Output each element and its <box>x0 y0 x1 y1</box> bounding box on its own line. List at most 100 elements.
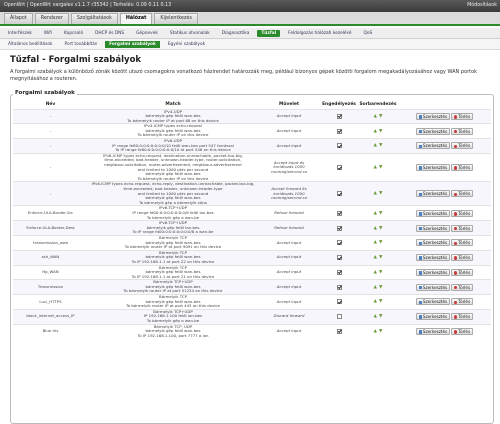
delete-button[interactable]: Törlés <box>451 254 474 262</box>
arrow-up-icon[interactable]: ▲ <box>374 129 377 134</box>
rule-enable-cell <box>320 108 358 124</box>
arrow-down-icon[interactable]: ▼ <box>379 329 382 334</box>
subnav-item-interfeszek[interactable]: Interfészek <box>4 30 36 37</box>
arrow-up-icon[interactable]: ▲ <box>374 285 377 290</box>
delete-button[interactable]: Törlés <box>451 328 474 336</box>
subnav-item-tuzfal[interactable]: Tűzfal <box>257 29 281 37</box>
subnav-item-wifi[interactable]: Wifi <box>40 30 56 37</box>
delete-button[interactable]: Törlés <box>451 298 474 306</box>
edit-icon <box>418 226 422 231</box>
edit-button[interactable]: Szerkesztés <box>415 112 451 120</box>
arrow-up-icon[interactable]: ▲ <box>374 329 377 334</box>
delete-button[interactable]: Törlés <box>451 268 474 276</box>
subnav-item-feldolgozas-halozati-kezelese[interactable]: Feldolgozás hálózati kezelésé <box>284 30 355 37</box>
enable-checkbox[interactable] <box>336 299 342 305</box>
arrow-down-icon[interactable]: ▼ <box>379 129 382 134</box>
edit-button[interactable]: Szerkesztés <box>415 283 451 291</box>
arrow-down-icon[interactable]: ▼ <box>379 255 382 260</box>
subnav-item-diagnosztika[interactable]: Diagnosztika <box>218 30 254 37</box>
firewall-tab-port-tovabbitas[interactable]: Port továbbítás <box>61 41 102 48</box>
arrow-up-icon[interactable]: ▲ <box>374 240 377 245</box>
enable-checkbox[interactable] <box>336 128 342 134</box>
arrow-down-icon[interactable]: ▼ <box>379 314 382 319</box>
arrow-up-icon[interactable]: ▲ <box>374 191 377 196</box>
edit-button[interactable]: Szerkesztés <box>415 142 451 150</box>
arrow-down-icon[interactable]: ▼ <box>379 114 382 119</box>
arrow-down-icon[interactable]: ▼ <box>379 143 382 148</box>
arrow-down-icon[interactable]: ▼ <box>379 165 382 170</box>
main-tab-szolgaltatasok[interactable]: Szolgáltatások <box>70 13 118 24</box>
arrow-down-icon[interactable]: ▼ <box>379 299 382 304</box>
delete-button[interactable]: Törlés <box>451 190 474 198</box>
arrow-up-icon[interactable]: ▲ <box>374 211 377 216</box>
arrow-down-icon[interactable]: ▼ <box>379 226 382 231</box>
rule-buttons-cell: Szerkesztés Törlés <box>398 279 491 295</box>
subnav-item-qos[interactable]: QoS <box>359 30 376 37</box>
arrow-down-icon[interactable]: ▼ <box>379 211 382 216</box>
subnav-item-dhcp-es-dns[interactable]: DHCP és DNS <box>91 30 128 37</box>
delete-button[interactable]: Törlés <box>451 209 474 217</box>
main-tab-halozat[interactable]: Hálózat <box>119 13 153 24</box>
arrow-up-icon[interactable]: ▲ <box>374 226 377 231</box>
main-tab-kijelentkezes[interactable]: Kijelentkezés <box>154 13 198 24</box>
arrow-up-icon[interactable]: ▲ <box>374 270 377 275</box>
edit-button[interactable]: Szerkesztés <box>415 328 451 336</box>
changes-link[interactable]: Módosítások <box>467 0 497 12</box>
edit-button[interactable]: Szerkesztés <box>415 224 451 232</box>
arrow-up-icon[interactable]: ▲ <box>374 114 377 119</box>
delete-button[interactable]: Törlés <box>451 224 474 232</box>
rule-match-line: To IP 192.168.1.1 at port 22 on this dev… <box>131 259 215 264</box>
enable-checkbox[interactable] <box>336 255 342 261</box>
firewall-tab-altalanos-beallitasok[interactable]: Általános beállítások <box>4 41 57 48</box>
enable-checkbox[interactable] <box>336 143 342 149</box>
enable-checkbox[interactable] <box>336 284 342 290</box>
edit-button[interactable]: Szerkesztés <box>415 239 451 247</box>
enable-checkbox[interactable] <box>336 314 342 320</box>
delete-button[interactable]: Törlés <box>451 283 474 291</box>
firewall-tab-egyeni-szabalyok[interactable]: Egyéni szabályok <box>164 41 209 48</box>
enable-checkbox[interactable] <box>336 210 342 216</box>
rule-action: Accept forward és korlátozás 1000 csomag/s… <box>258 181 320 206</box>
edit-button[interactable]: Szerkesztés <box>415 209 451 217</box>
enable-checkbox[interactable] <box>336 191 342 197</box>
enable-checkbox[interactable] <box>336 165 342 171</box>
firewall-tab-forgalmi-szabalyok[interactable]: Forgalmi szabályok <box>105 40 160 48</box>
subnav-item-kapcsolo[interactable]: Kapcsoló <box>60 30 87 37</box>
arrow-up-icon[interactable]: ▲ <box>374 314 377 319</box>
enable-checkbox[interactable] <box>336 113 342 119</box>
delete-button[interactable]: Törlés <box>451 112 474 120</box>
arrow-up-icon[interactable]: ▲ <box>374 143 377 148</box>
subnav-item-statikus-utvonalak[interactable]: Statikus útvonalak <box>166 30 214 37</box>
delete-button[interactable]: Törlés <box>451 142 474 150</box>
edit-button[interactable]: Szerkesztés <box>415 254 451 262</box>
arrow-up-icon[interactable]: ▲ <box>374 299 377 304</box>
delete-button[interactable]: Törlés <box>451 127 474 135</box>
delete-button[interactable]: Törlés <box>451 313 474 321</box>
edit-button[interactable]: Szerkesztés <box>415 164 451 172</box>
main-tab-rendszer[interactable]: Rendszer <box>34 13 69 24</box>
edit-button[interactable]: Szerkesztés <box>415 127 451 135</box>
main-tab-allapot[interactable]: Állapot <box>4 13 33 24</box>
edit-button[interactable]: Szerkesztés <box>415 313 451 321</box>
arrow-up-icon[interactable]: ▲ <box>374 165 377 170</box>
arrow-down-icon[interactable]: ▼ <box>379 285 382 290</box>
arrow-down-icon[interactable]: ▼ <box>379 240 382 245</box>
enable-checkbox[interactable] <box>336 240 342 246</box>
arrow-down-icon[interactable]: ▼ <box>379 270 382 275</box>
delete-button[interactable]: Törlés <box>451 239 474 247</box>
enable-checkbox[interactable] <box>336 269 342 275</box>
router-status-text: OpenWrt | OpenWrt vargalex v1.1.7 r35342… <box>4 3 172 8</box>
arrow-up-icon[interactable]: ▲ <box>374 255 377 260</box>
edit-button[interactable]: Szerkesztés <box>415 190 451 198</box>
rule-name: Blue Iris <box>13 323 88 339</box>
rule-action-line: Accept input <box>276 127 302 133</box>
rule-name: Luci_HTTPS <box>13 294 88 310</box>
delete-button[interactable]: Törlés <box>451 164 474 172</box>
enable-checkbox[interactable] <box>336 328 342 334</box>
edit-button[interactable]: Szerkesztés <box>415 268 451 276</box>
rule-order-cell: ▲ ▼ <box>358 152 398 182</box>
enable-checkbox[interactable] <box>336 225 342 231</box>
edit-button[interactable]: Szerkesztés <box>415 298 451 306</box>
arrow-down-icon[interactable]: ▼ <box>379 191 382 196</box>
subnav-item-gepnevek[interactable]: Gépnevek <box>132 30 162 37</box>
